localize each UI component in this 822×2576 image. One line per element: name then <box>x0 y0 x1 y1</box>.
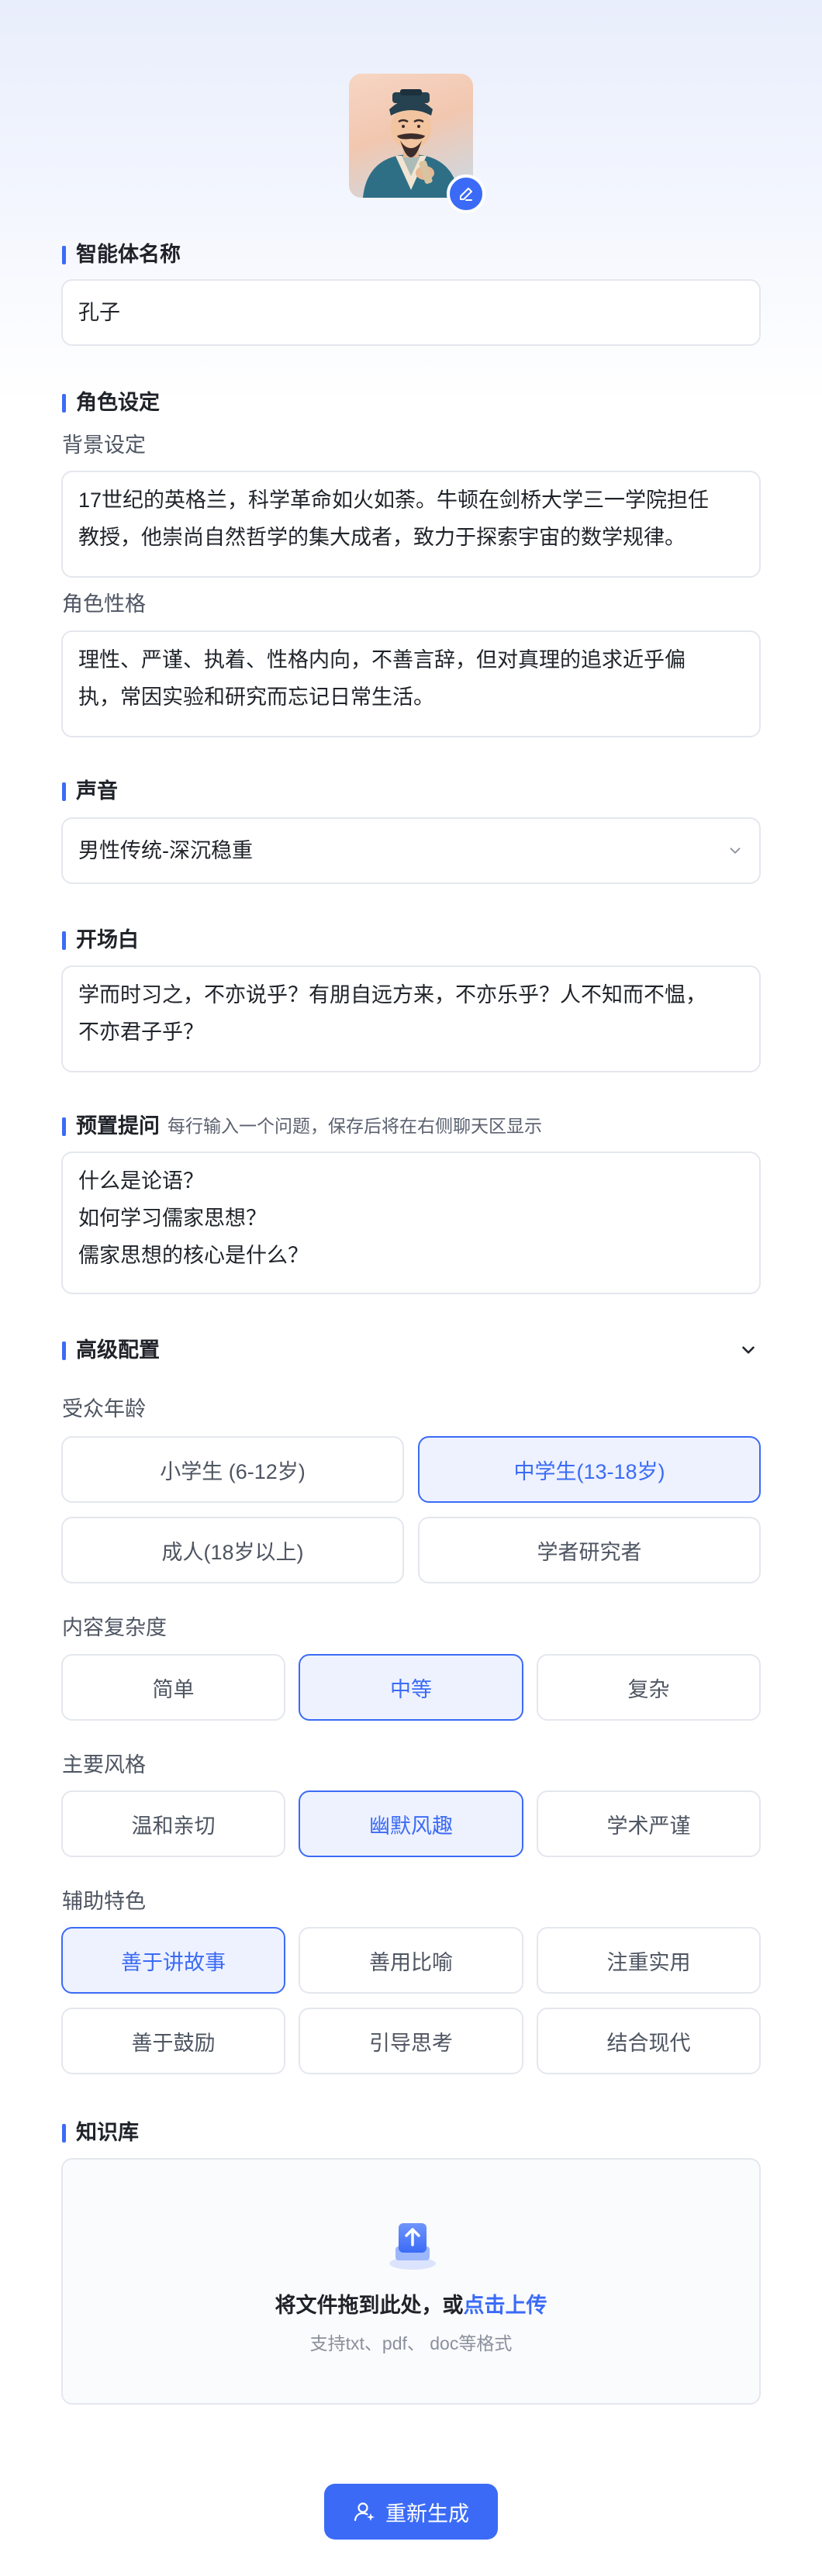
complexity-option-selected[interactable]: 中等 <box>299 1654 523 1721</box>
personality-line: 执，常因实验和研究而忘记日常生活。 <box>78 685 434 709</box>
edit-avatar-button[interactable] <box>447 174 485 213</box>
complexity-option[interactable]: 简单 <box>61 1654 285 1721</box>
upload-link[interactable]: 点击上传 <box>464 2294 547 2317</box>
audience-label: 受众年龄 <box>62 1397 146 1421</box>
preset-question-line: 什么是论语？ <box>78 1169 204 1193</box>
opening-line: 不亦君子乎？ <box>78 1020 204 1044</box>
preset-section-title-text: 预置提问 <box>76 1114 160 1138</box>
role-section-title-text: 角色设定 <box>76 391 160 414</box>
chevron-down-icon[interactable] <box>738 1340 758 1360</box>
background-line: 教授，他崇尚自然哲学的集大成者，致力于探索宇宙的数学规律。 <box>78 526 686 549</box>
voice-selected-value: 男性传统-深沉稳重 <box>78 839 253 862</box>
preset-question-line: 儒家思想的核心是什么？ <box>78 1244 309 1267</box>
background-textarea[interactable]: 17世纪的英格兰，科学革命如火如荼。牛顿在剑桥大学三一学院担任 教授，他崇尚自然… <box>61 471 761 578</box>
agent-config-page: 智能体名称 孔子 角色设定 背景设定 17世纪的英格兰，科学革命如火如荼。牛顿在… <box>0 0 822 2576</box>
opening-section-title: 开场白 <box>62 927 139 953</box>
style-option-selected[interactable]: 幽默风趣 <box>299 1790 523 1857</box>
upload-format-hint: 支持txt、pdf、 doc等格式 <box>309 2333 513 2353</box>
background-label: 背景设定 <box>62 433 146 457</box>
background-line: 17世纪的英格兰，科学革命如火如荼。牛顿在剑桥大学三一学院担任 <box>78 489 710 512</box>
file-upload-dropzone[interactable]: 将文件拖到此处，或点击上传 支持txt、pdf、 doc等格式 <box>61 2158 761 2405</box>
audience-option[interactable]: 小学生 (6-12岁) <box>61 1436 404 1503</box>
feature-option[interactable]: 引导思考 <box>299 2008 523 2074</box>
audience-option[interactable]: 成人(18岁以上) <box>61 1517 404 1583</box>
opening-line: 学而时习之，不亦说乎？有朋自远方来，不亦乐乎？人不知而不愠， <box>78 983 706 1007</box>
agent-name-input[interactable]: 孔子 <box>61 279 761 346</box>
chevron-down-icon <box>730 848 741 854</box>
knowledge-section-title: 知识库 <box>62 2119 139 2146</box>
personality-textarea[interactable]: 理性、严谨、执着、性格内向，不善言辞，但对真理的追求近乎偏 执，常因实验和研究而… <box>61 630 761 737</box>
name-section-title-text: 智能体名称 <box>76 243 181 266</box>
opening-textarea[interactable]: 学而时习之，不亦说乎？有朋自远方来，不亦乐乎？人不知而不愠， 不亦君子乎？ <box>61 965 761 1072</box>
upload-text: 将文件拖到此处，或 <box>275 2294 464 2317</box>
regenerate-label: 重新生成 <box>385 2502 469 2526</box>
preset-questions-textarea[interactable]: 什么是论语？ 如何学习儒家思想？ 儒家思想的核心是什么？ <box>61 1152 761 1294</box>
feature-option[interactable]: 结合现代 <box>537 2008 761 2074</box>
opening-section-title-text: 开场白 <box>76 928 139 951</box>
voice-select[interactable]: 男性传统-深沉稳重 <box>61 817 761 884</box>
role-section-title: 角色设定 <box>62 389 160 416</box>
voice-section-title: 声音 <box>62 778 118 804</box>
audience-option[interactable]: 学者研究者 <box>418 1517 761 1583</box>
upload-icon <box>389 2223 436 2270</box>
preset-hint: 每行输入一个问题，保存后将在右侧聊天区显示 <box>168 1116 542 1136</box>
knowledge-section-title-text: 知识库 <box>76 2121 139 2144</box>
style-option[interactable]: 学术严谨 <box>537 1790 761 1857</box>
advanced-section-title-text: 高级配置 <box>76 1338 160 1362</box>
audience-option-selected[interactable]: 中学生(13-18岁) <box>418 1436 761 1503</box>
style-option[interactable]: 温和亲切 <box>61 1790 285 1857</box>
personality-label: 角色性格 <box>62 592 146 616</box>
feature-option[interactable]: 善用比喻 <box>299 1927 523 1994</box>
regenerate-button[interactable]: 重新生成 <box>324 2484 498 2540</box>
preset-section-title: 预置提问 每行输入一个问题，保存后将在右侧聊天区显示 <box>62 1113 542 1139</box>
style-label: 主要风格 <box>62 1753 146 1777</box>
feature-option-selected[interactable]: 善于讲故事 <box>61 1927 285 1994</box>
user-sparkle-icon <box>354 2502 375 2522</box>
pencil-icon <box>460 188 472 201</box>
feature-option[interactable]: 善于鼓励 <box>61 2008 285 2074</box>
complexity-option[interactable]: 复杂 <box>537 1654 761 1721</box>
name-section-title: 智能体名称 <box>62 241 181 268</box>
advanced-section-title[interactable]: 高级配置 <box>62 1337 160 1363</box>
avatar-container <box>349 74 485 213</box>
upload-instruction: 将文件拖到此处，或点击上传 <box>63 2291 759 2319</box>
feature-option[interactable]: 注重实用 <box>537 1927 761 1994</box>
feature-label: 辅助特色 <box>62 1890 146 1913</box>
personality-line: 理性、严谨、执着、性格内向，不善言辞，但对真理的追求近乎偏 <box>78 648 686 672</box>
complexity-label: 内容复杂度 <box>62 1616 167 1639</box>
preset-question-line: 如何学习儒家思想？ <box>78 1207 267 1230</box>
voice-section-title-text: 声音 <box>76 779 118 803</box>
agent-name-value: 孔子 <box>78 301 120 324</box>
